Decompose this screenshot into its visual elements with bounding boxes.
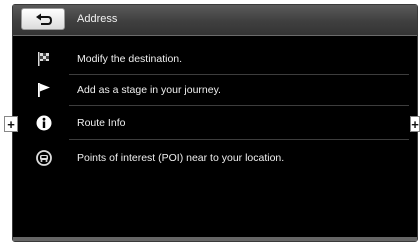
menu-item-modify-destination[interactable]: Modify the destination. <box>21 45 411 74</box>
divider <box>69 105 409 106</box>
nav-screen: Address Modify the destination. Add as a… <box>12 4 418 242</box>
menu-item-label: Points of interest (POI) near to your lo… <box>77 152 285 164</box>
divider <box>69 74 409 75</box>
divider <box>69 139 409 140</box>
menu-item-route-info[interactable]: Route Info <box>21 109 411 138</box>
back-button[interactable] <box>21 8 65 30</box>
page-title: Address <box>77 13 118 25</box>
flag-icon <box>38 83 50 97</box>
menu-item-label: Add as a stage in your journey. <box>77 84 221 96</box>
footer-bar <box>13 237 417 241</box>
zoom-in-left-button[interactable]: + <box>4 116 18 132</box>
menu-item-label: Route Info <box>77 117 126 129</box>
info-icon <box>36 115 52 131</box>
poi-icon <box>36 150 52 166</box>
menu-item-poi[interactable]: Points of interest (POI) near to your lo… <box>21 144 411 173</box>
menu-item-add-stage[interactable]: Add as a stage in your journey. <box>21 76 411 105</box>
header-bar: Address <box>13 5 417 36</box>
back-arrow-icon <box>36 13 53 25</box>
menu-item-label: Modify the destination. <box>77 53 183 65</box>
checkered-flag-icon <box>38 52 49 66</box>
zoom-in-right-button[interactable]: + <box>410 116 420 132</box>
